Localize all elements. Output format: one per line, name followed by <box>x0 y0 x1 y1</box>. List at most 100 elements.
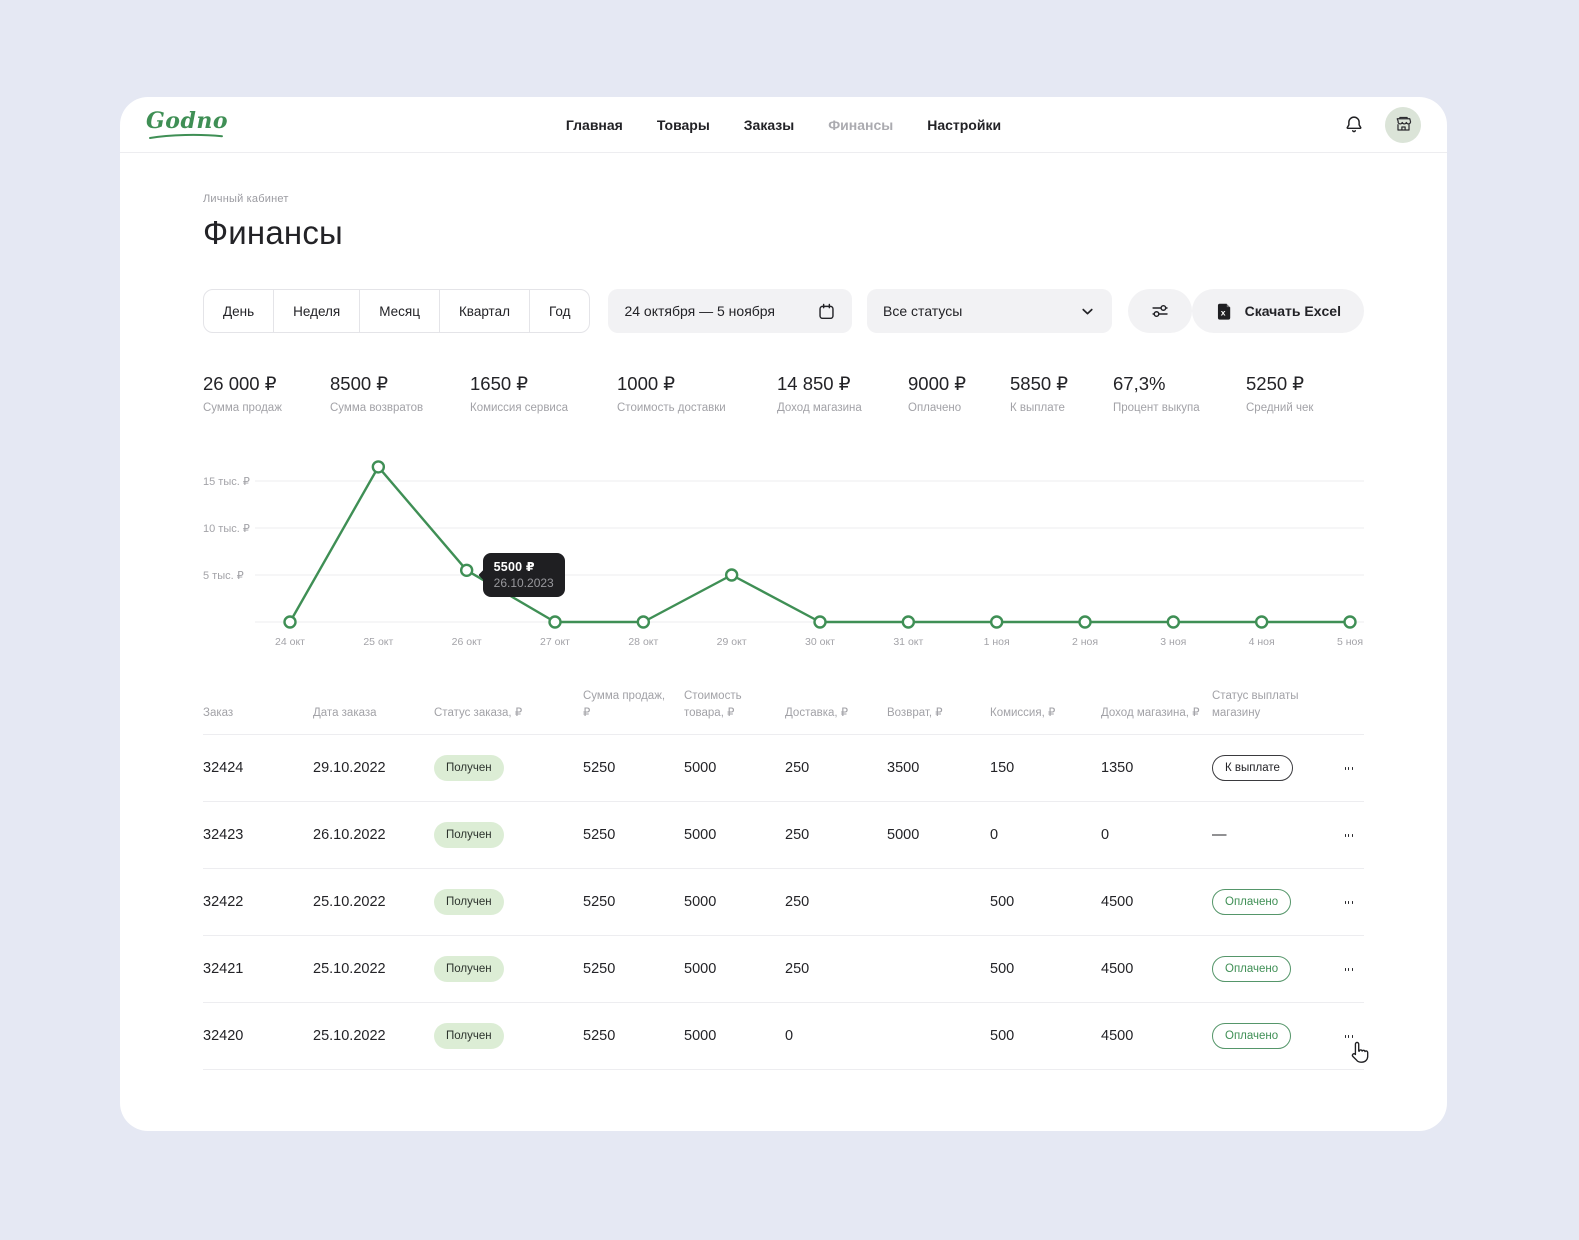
order-status-badge: Получен <box>434 755 504 782</box>
refund-cell <box>887 1002 990 1071</box>
sales-sum-cell: 5250 <box>583 868 684 936</box>
svg-text:5 ноя: 5 ноя <box>1337 636 1363 648</box>
stat-card-6: 5850 ₽ К выплате <box>1010 373 1113 414</box>
payout-status-empty: — <box>1212 827 1227 844</box>
nav-item-1[interactable]: Товары <box>657 117 710 133</box>
logo[interactable]: Godno <box>146 110 228 140</box>
svg-text:15 тыс. ₽: 15 тыс. ₽ <box>203 476 250 488</box>
order-status-cell: Получен <box>434 734 583 802</box>
payout-status-badge: Оплачено <box>1212 956 1292 983</box>
income-cell: 0 <box>1101 801 1212 869</box>
column-header-6: Возврат, ₽ <box>887 706 943 719</box>
period-option-1[interactable]: Неделя <box>273 290 359 332</box>
column-header-8: Доход магазина, ₽ <box>1101 706 1200 719</box>
column-header-4: Стоимость товара, ₽ <box>684 690 742 719</box>
svg-text:30 окт: 30 окт <box>805 636 835 648</box>
svg-text:28 окт: 28 окт <box>628 636 658 648</box>
commission-cell: 500 <box>990 868 1101 936</box>
delivery-cell: 0 <box>785 1002 887 1071</box>
nav-item-4[interactable]: Настройки <box>927 117 1001 133</box>
delivery-cell: 250 <box>785 868 887 936</box>
svg-text:27 окт: 27 окт <box>540 636 570 648</box>
breadcrumb: Личный кабинет <box>203 193 289 205</box>
order-id-cell: 32424 <box>203 734 313 802</box>
stat-value: 9000 ₽ <box>908 373 967 394</box>
item-cost-cell: 5000 <box>684 868 785 936</box>
ellipsis-menu-icon[interactable] <box>1345 830 1352 842</box>
svg-text:24 окт: 24 окт <box>275 636 305 648</box>
commission-cell: 500 <box>990 935 1101 1003</box>
table-row: 32423 26.10.2022 Получен 5250 5000 250 5000 0 0— <box>203 801 1364 869</box>
row-menu-cell <box>1345 868 1364 936</box>
main-card: Godno Главная Товары Заказы Финансы Настройк… <box>120 97 1447 1131</box>
stat-card-3: 1000 ₽ Стоимость доставки <box>617 373 777 414</box>
stat-label: Оплачено <box>908 402 962 414</box>
ellipsis-menu-icon[interactable] <box>1345 964 1352 976</box>
ellipsis-menu-icon[interactable] <box>1345 897 1352 909</box>
period-option-4[interactable]: Год <box>528 290 589 332</box>
refund-cell: 3500 <box>887 734 990 802</box>
account-avatar[interactable] <box>1385 106 1421 143</box>
main-nav: Главная Товары Заказы Финансы Настройки <box>566 117 1001 133</box>
column-header-1: Дата заказа <box>313 706 377 719</box>
stat-label: Средний чек <box>1246 402 1314 414</box>
stat-card-0: 26 000 ₽ Сумма продаж <box>203 373 330 414</box>
order-status-badge: Получен <box>434 1023 504 1050</box>
nav-item-3[interactable]: Финансы <box>828 117 893 133</box>
order-status-badge: Получен <box>434 956 504 983</box>
download-excel-button[interactable]: x Скачать Excel <box>1191 289 1364 333</box>
item-cost-cell: 5000 <box>684 801 785 869</box>
notifications-button[interactable] <box>1340 111 1368 139</box>
stat-label: К выплате <box>1010 402 1065 414</box>
payout-status-badge: Оплачено <box>1212 889 1292 916</box>
date-range-value: 24 октября — 5 ноября <box>624 303 776 319</box>
table-row: 32424 29.10.2022 Получен 5250 5000 250 3500 150… <box>203 734 1364 802</box>
row-menu-cell <box>1345 734 1364 802</box>
stat-label: Сумма возвратов <box>330 402 424 414</box>
excel-file-icon: x <box>1217 303 1230 320</box>
delivery-cell: 250 <box>785 734 887 802</box>
ellipsis-menu-icon[interactable] <box>1345 763 1352 775</box>
order-status-cell: Получен <box>434 1002 583 1071</box>
stat-value: 26 000 ₽ <box>203 373 277 394</box>
row-menu-cell <box>1345 935 1364 1003</box>
status-select[interactable]: Все статусы <box>867 289 1112 333</box>
date-range-field[interactable]: 24 октября — 5 ноября <box>608 289 853 333</box>
stat-card-4: 14 850 ₽ Доход магазина <box>777 373 908 414</box>
payout-status-cell: — <box>1212 801 1345 869</box>
more-filters-button[interactable] <box>1127 289 1192 333</box>
svg-text:31 окт: 31 окт <box>893 636 923 648</box>
table-row: 32420 25.10.2022 Получен 5250 5000 0 500 4500 Оп… <box>203 1002 1364 1071</box>
period-option-2[interactable]: Месяц <box>359 290 439 332</box>
order-date-cell: 26.10.2022 <box>313 801 434 869</box>
nav-item-2[interactable]: Заказы <box>744 117 794 133</box>
period-option-3[interactable]: Квартал <box>438 290 529 332</box>
stat-label: Доход магазина <box>777 402 862 414</box>
period-option-0[interactable]: День <box>204 290 273 332</box>
order-status-cell: Получен <box>434 868 583 936</box>
stat-value: 5250 ₽ <box>1246 373 1305 394</box>
download-excel-label: Скачать Excel <box>1244 303 1341 319</box>
refund-cell <box>887 935 990 1003</box>
ellipsis-menu-icon[interactable] <box>1345 1031 1352 1043</box>
filter-row: День Неделя Месяц Квартал Год 24 октября — 5… <box>203 289 1364 333</box>
column-header-7: Комиссия, ₽ <box>990 706 1056 719</box>
chevron-down-icon <box>1082 308 1093 314</box>
bell-icon <box>1346 115 1362 132</box>
payout-status-cell: Оплачено <box>1212 1002 1345 1071</box>
payout-status-badge: Оплачено <box>1212 1023 1292 1050</box>
stat-value: 67,3% <box>1113 373 1166 394</box>
stat-value: 1000 ₽ <box>617 373 676 394</box>
header-right <box>1340 106 1421 143</box>
order-date-cell: 25.10.2022 <box>313 1002 434 1071</box>
nav-item-0[interactable]: Главная <box>566 117 623 133</box>
logo-underline-flourish <box>149 133 223 139</box>
item-cost-cell: 5000 <box>684 1002 785 1071</box>
column-header-0: Заказ <box>203 706 234 719</box>
sales-sum-cell: 5250 <box>583 935 684 1003</box>
column-header-3: Сумма продаж, ₽ <box>583 690 666 719</box>
stat-card-2: 1650 ₽ Комиссия сервиса <box>470 373 617 414</box>
stat-value: 8500 ₽ <box>330 373 389 394</box>
stat-label: Сумма продаж <box>203 402 282 414</box>
column-header-2: Статус заказа, ₽ <box>434 706 523 719</box>
